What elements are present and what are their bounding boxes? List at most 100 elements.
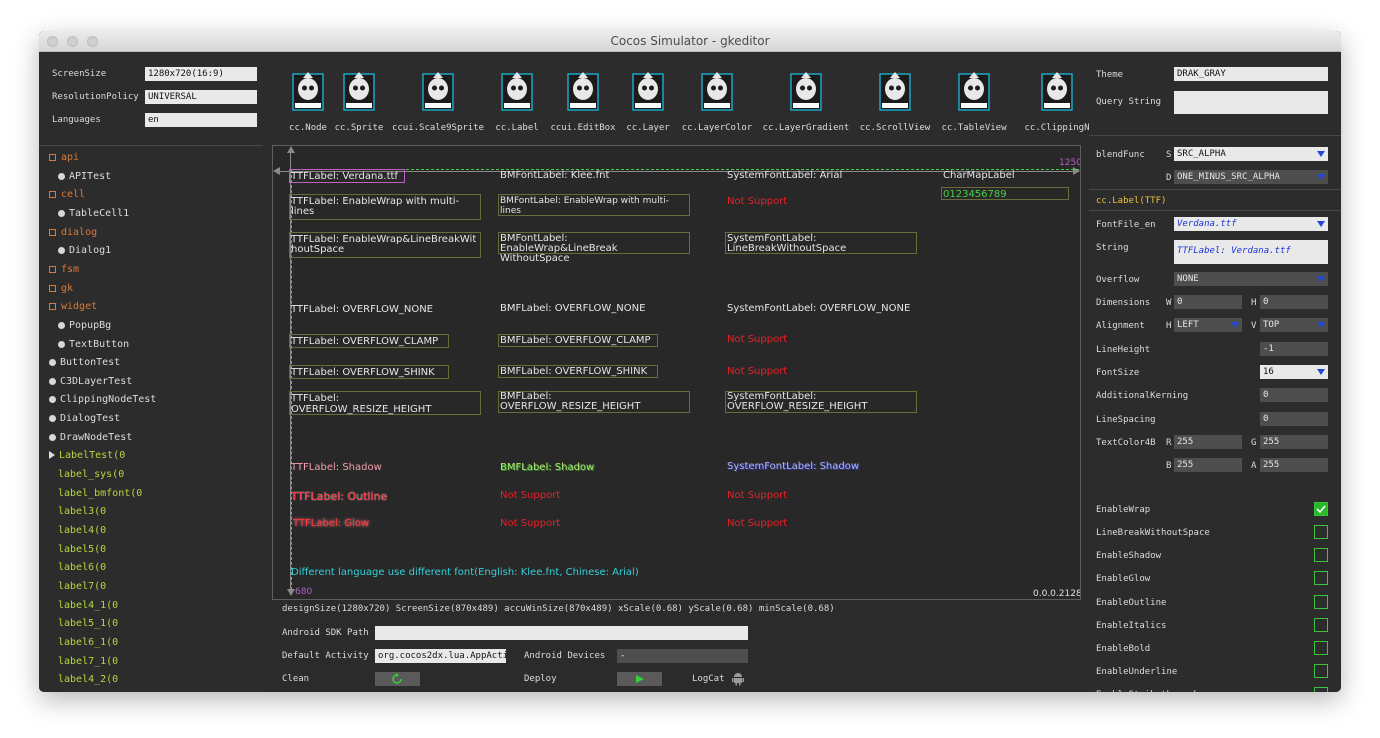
ttf-outline[interactable]: TTFLabel: Outline bbox=[291, 491, 387, 502]
bm-overflow-resize[interactable]: BMFLabel: OVERFLOW_RESIZE_HEIGHT bbox=[500, 392, 650, 412]
cocos-widget-icon[interactable] bbox=[500, 70, 534, 114]
bm-shadow[interactable]: BMFLabel: Shadow bbox=[500, 463, 594, 473]
fontfile-select[interactable]: Verdana.ttf bbox=[1174, 217, 1328, 231]
android-devices-select[interactable]: - bbox=[617, 649, 748, 663]
sys-linebreak-label[interactable]: SystemFontLabel: LineBreakWithoutSpace bbox=[727, 234, 915, 254]
tree-item[interactable]: label6(0 bbox=[58, 562, 106, 573]
default-activity-input[interactable]: org.cocos2dx.lua.AppActivity bbox=[375, 649, 506, 663]
tree-item[interactable]: TextButton bbox=[58, 339, 129, 350]
tree-item[interactable]: fsm bbox=[49, 264, 79, 275]
tree-item[interactable]: label_sys(0 bbox=[58, 469, 124, 480]
align-h-select[interactable]: LEFT bbox=[1174, 318, 1242, 332]
tree-item[interactable]: api bbox=[49, 152, 79, 163]
fontsize-select[interactable]: 16 bbox=[1260, 365, 1328, 379]
checkbox[interactable] bbox=[1314, 640, 1328, 655]
tree-item[interactable]: ClippingNodeTest bbox=[49, 394, 156, 405]
cocos-widget-icon[interactable] bbox=[631, 70, 665, 114]
color-b-input[interactable]: 255 bbox=[1174, 458, 1242, 472]
linespacing-input[interactable]: 0 bbox=[1260, 412, 1328, 426]
checkbox[interactable] bbox=[1314, 571, 1328, 586]
tree-item[interactable]: label5(0 bbox=[58, 544, 106, 555]
cocos-widget-icon[interactable] bbox=[566, 70, 600, 114]
tree-item[interactable]: ButtonTest bbox=[49, 357, 120, 368]
ttf-overflow-resize[interactable]: TTFLabel: OVERFLOW_RESIZE_HEIGHT bbox=[291, 393, 431, 415]
ttf-wrap-label[interactable]: TTFLabel: EnableWrap with multi-lines bbox=[291, 197, 476, 217]
tree-item[interactable]: DrawNodeTest bbox=[49, 432, 132, 443]
checkbox[interactable] bbox=[1314, 548, 1328, 563]
tree-item[interactable]: label6_1(0 bbox=[58, 637, 118, 648]
tree-item[interactable]: label3(0 bbox=[58, 506, 106, 517]
color-g-input[interactable]: 255 bbox=[1260, 435, 1328, 449]
tree-item[interactable]: label4_1(0 bbox=[58, 600, 118, 611]
charmap-value[interactable]: 0123456789 bbox=[943, 190, 1007, 200]
checkbox[interactable] bbox=[1314, 594, 1328, 609]
cocos-widget-icon[interactable] bbox=[291, 70, 325, 114]
checkbox[interactable] bbox=[1314, 617, 1328, 632]
theme-field[interactable]: DRAK_GRAY bbox=[1174, 67, 1328, 81]
bm-overflow-none[interactable]: BMFLabel: OVERFLOW_NONE bbox=[500, 304, 645, 314]
tree-item[interactable]: label7(0 bbox=[58, 581, 106, 592]
sys-overflow-none[interactable]: SystemFontLabel: OVERFLOW_NONE bbox=[727, 304, 910, 314]
ttf-label-verdana[interactable]: TTFLabel: Verdana.ttf bbox=[291, 172, 398, 182]
ttf-overflow-shrink[interactable]: TTFLabel: OVERFLOW_SHINK bbox=[291, 368, 435, 378]
sdk-path-input[interactable] bbox=[375, 626, 748, 640]
sys-label-arial[interactable]: SystemFontLabel: Arial bbox=[727, 171, 842, 181]
cocos-widget-icon[interactable] bbox=[1040, 70, 1074, 114]
blend-src-select[interactable]: SRC_ALPHA bbox=[1174, 147, 1328, 161]
languages-field[interactable]: en bbox=[145, 113, 257, 127]
sys-overflow-resize[interactable]: SystemFontLabel: OVERFLOW_RESIZE_HEIGHT bbox=[727, 392, 907, 412]
deploy-button[interactable] bbox=[617, 672, 662, 686]
scene-canvas[interactable]: 1250 680 TTFLabel: Verdana.ttf BMFontLab… bbox=[272, 145, 1081, 600]
ttf-shadow[interactable]: TTFLabel: Shadow bbox=[291, 463, 382, 473]
tree-item[interactable]: LabelTest(0 bbox=[49, 450, 125, 461]
dim-h-input[interactable]: 0 bbox=[1260, 295, 1328, 309]
checkbox[interactable] bbox=[1314, 525, 1328, 540]
cocos-widget-icon[interactable] bbox=[700, 70, 734, 114]
bm-overflow-clamp[interactable]: BMFLabel: OVERFLOW_CLAMP bbox=[500, 336, 651, 346]
checkbox[interactable] bbox=[1314, 687, 1328, 692]
bm-wrap-label[interactable]: BMFontLabel: EnableWrap with multi-lines bbox=[500, 196, 688, 216]
resolution-policy-field[interactable]: UNIVERSAL bbox=[145, 90, 257, 104]
ttf-overflow-none[interactable]: TTFLabel: OVERFLOW_NONE bbox=[291, 305, 433, 315]
ttf-overflow-clamp[interactable]: TTFLabel: OVERFLOW_CLAMP bbox=[291, 337, 438, 347]
tree-item[interactable]: gk bbox=[49, 283, 73, 294]
tree-item[interactable]: label_bmfont(0 bbox=[58, 488, 142, 499]
overflow-select[interactable]: NONE bbox=[1174, 272, 1328, 286]
tree-item[interactable]: Dialog1 bbox=[58, 245, 111, 256]
tree-item[interactable]: DialogTest bbox=[49, 413, 120, 424]
color-a-input[interactable]: 255 bbox=[1260, 458, 1328, 472]
kerning-input[interactable]: 0 bbox=[1260, 388, 1328, 402]
dim-w-input[interactable]: 0 bbox=[1174, 295, 1242, 309]
checkbox[interactable] bbox=[1314, 502, 1328, 516]
sys-shadow[interactable]: SystemFontLabel: Shadow bbox=[727, 462, 859, 472]
bm-overflow-shrink[interactable]: BMFLabel: OVERFLOW_SHINK bbox=[500, 367, 647, 377]
tree-item[interactable]: cell bbox=[49, 189, 85, 200]
widget-label[interactable]: cc.LayerColor bbox=[667, 123, 767, 133]
tree-item[interactable]: label4(0 bbox=[58, 525, 106, 536]
cocos-widget-icon[interactable] bbox=[957, 70, 991, 114]
align-v-select[interactable]: TOP bbox=[1260, 318, 1328, 332]
lineheight-input[interactable]: -1 bbox=[1260, 342, 1328, 356]
tree-item[interactable]: label7_1(0 bbox=[58, 656, 118, 667]
bm-label-klee[interactable]: BMFontLabel: Klee.fnt bbox=[500, 171, 609, 181]
query-string-input[interactable] bbox=[1174, 91, 1328, 114]
charmap-label[interactable]: CharMapLabel bbox=[943, 171, 1015, 181]
cocos-widget-icon[interactable] bbox=[421, 70, 455, 114]
blend-dst-select[interactable]: ONE_MINUS_SRC_ALPHA bbox=[1174, 170, 1328, 184]
color-r-input[interactable]: 255 bbox=[1174, 435, 1242, 449]
string-input[interactable]: TTFLabel: Verdana.ttf bbox=[1174, 240, 1328, 264]
checkbox[interactable] bbox=[1314, 664, 1328, 679]
cocos-widget-icon[interactable] bbox=[789, 70, 823, 114]
cocos-widget-icon[interactable] bbox=[342, 70, 376, 114]
tree-item[interactable]: PopupBg bbox=[58, 320, 111, 331]
ttf-glow[interactable]: TTFLabel: Glow bbox=[293, 519, 369, 529]
tree-item[interactable]: dialog bbox=[49, 227, 97, 238]
tree-item[interactable]: label4_2(0 bbox=[58, 674, 118, 685]
tree-item[interactable]: TableCell1 bbox=[58, 208, 129, 219]
tree-item[interactable]: APITest bbox=[58, 171, 111, 182]
cocos-widget-icon[interactable] bbox=[878, 70, 912, 114]
ttf-linebreak-label[interactable]: TTFLabel: EnableWrap&LineBreakWithoutSpa… bbox=[291, 235, 481, 255]
tree-item[interactable]: C3DLayerTest bbox=[49, 376, 132, 387]
clean-button[interactable] bbox=[375, 672, 420, 686]
widget-label[interactable]: cc.LayerGradient bbox=[756, 123, 856, 133]
